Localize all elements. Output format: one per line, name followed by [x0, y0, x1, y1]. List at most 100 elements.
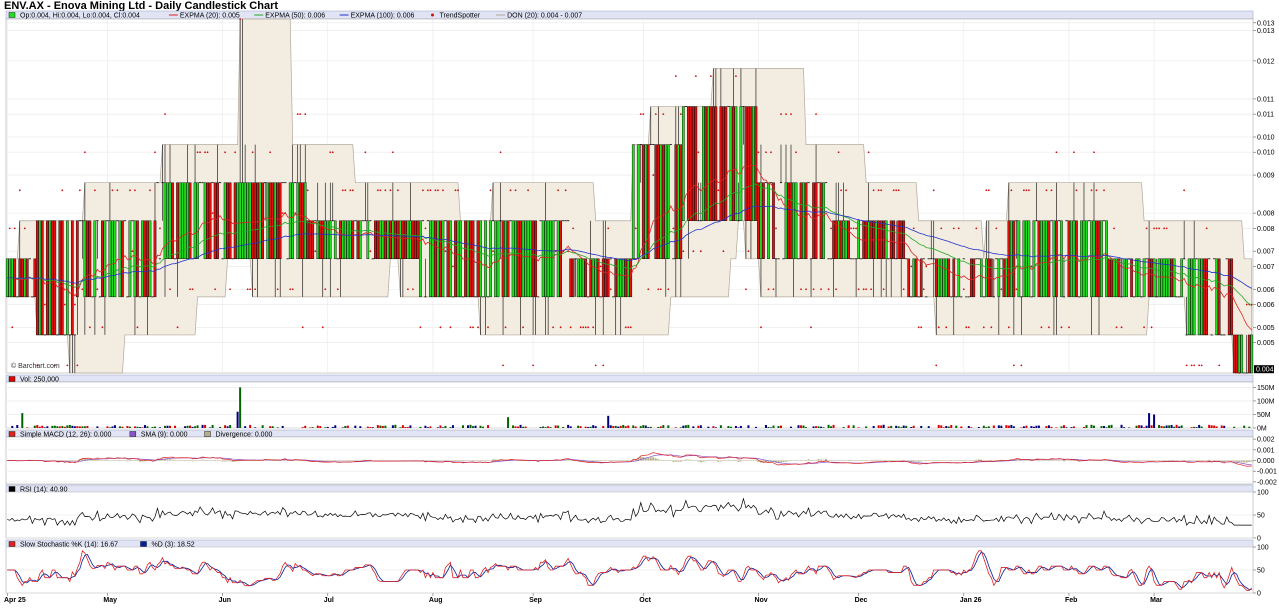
rsi-tick-label: 50 — [1257, 513, 1265, 520]
volume-bar — [589, 426, 592, 428]
volume-bar — [815, 426, 818, 428]
volume-bar — [38, 426, 41, 428]
divergence-bar — [810, 460, 813, 461]
x-tick-label: Apr 25 — [4, 597, 26, 604]
trendspotter-dot — [579, 326, 582, 329]
candle-up — [381, 220, 385, 260]
candle-up — [784, 182, 788, 260]
divergence-bar — [191, 460, 194, 462]
divergence-bar — [985, 460, 988, 461]
candle-up — [576, 258, 580, 298]
volume-bar — [644, 425, 647, 428]
trendspotter-dot — [1113, 227, 1115, 230]
candle-up — [291, 182, 295, 260]
divergence-bar — [942, 460, 945, 461]
divergence-bar — [622, 460, 625, 461]
candle-up — [822, 182, 825, 260]
volume-bar — [667, 425, 670, 428]
divergence-bar — [461, 460, 464, 462]
volume-bar — [96, 426, 99, 428]
trendspotter-dot — [499, 151, 502, 154]
volume-bar — [567, 424, 570, 428]
trendspotter-dot — [457, 189, 459, 192]
volume-bar — [146, 426, 149, 428]
candle-down — [1232, 334, 1236, 374]
candle-up — [1122, 258, 1126, 298]
volume-bar — [1090, 424, 1093, 428]
candle-up — [524, 220, 527, 298]
trendspotter-dot — [1200, 364, 1203, 367]
volume-tick-label: 0M — [1257, 426, 1267, 433]
divergence-bar — [226, 460, 229, 462]
trendspotter-dot — [509, 189, 512, 192]
divergence-bar — [955, 460, 958, 461]
candle-down — [356, 220, 360, 260]
trendspotter-dot — [1020, 364, 1023, 367]
divergence-bar — [737, 460, 740, 462]
divergence-bar — [1215, 460, 1218, 461]
candle-down — [53, 220, 57, 336]
candle-down — [308, 220, 312, 260]
stochastic-legend-swatch — [8, 541, 16, 547]
trendspotter-dot — [1198, 364, 1201, 367]
candle-down — [1170, 258, 1173, 298]
trendspotter-dot — [101, 326, 104, 329]
candle-down — [1067, 220, 1071, 298]
volume-bar — [341, 427, 344, 428]
trendspotter-dot — [111, 189, 114, 192]
price-tick-label: 0.005 — [1257, 325, 1275, 332]
divergence-bar — [494, 459, 497, 461]
volume-bar — [1030, 426, 1033, 428]
divergence-bar — [1193, 460, 1196, 461]
volume-bar — [544, 427, 547, 428]
candle-up — [514, 220, 517, 298]
volume-bar — [174, 425, 177, 428]
candle-down — [376, 220, 380, 260]
divergence-bar — [679, 460, 682, 462]
trendspotter-dot — [962, 288, 965, 291]
trendspotter-dot — [379, 189, 382, 192]
candle-down — [1012, 220, 1016, 298]
volume-bar — [63, 426, 66, 428]
divergence-bar — [917, 460, 920, 462]
divergence-bar — [684, 459, 687, 461]
candle-down — [892, 220, 896, 260]
trendspotter-dot — [422, 189, 424, 192]
volume-bar — [429, 426, 432, 428]
candle-down — [50, 220, 54, 336]
candle-down — [834, 220, 838, 260]
volume-bar — [542, 426, 545, 428]
divergence-bar — [354, 460, 357, 461]
x-tick-label: Jan 26 — [960, 597, 982, 604]
trendspotter-dot — [852, 227, 855, 230]
divergence-bar — [709, 460, 712, 461]
candle-down — [687, 106, 690, 221]
volume-bar — [1105, 427, 1108, 428]
divergence-bar — [259, 460, 262, 461]
divergence-bar — [607, 460, 610, 461]
candle-up — [1250, 334, 1254, 374]
price-tick-label: 0.011 — [1257, 96, 1274, 103]
volume-bar — [371, 427, 374, 428]
candle-down — [276, 182, 280, 260]
divergence-bar — [224, 460, 227, 462]
candle-up — [939, 258, 943, 298]
divergence-bar — [184, 460, 187, 461]
candle-down — [1002, 258, 1006, 298]
chart-canvas[interactable]: 0.0130.013 0.012 0.011 0.011 0.010 0.010 0.009… — [0, 0, 1279, 615]
volume-bar — [1138, 425, 1141, 428]
candle-down — [762, 182, 765, 260]
volume-bar — [697, 425, 700, 428]
trendspotter-dot — [429, 189, 432, 192]
volume-bar — [66, 425, 69, 428]
trendspotter-dot — [294, 212, 297, 215]
candle-up — [456, 220, 460, 298]
volume-bar — [847, 425, 850, 428]
candle-down — [789, 182, 793, 260]
trendspotter-dot — [1000, 288, 1003, 291]
candle-up — [494, 220, 497, 298]
candle-up — [193, 182, 197, 260]
macd-legend-swatch — [129, 431, 137, 437]
macd-legend-label: Simple MACD (12, 26): 0.000 — [20, 432, 112, 439]
divergence-bar — [845, 460, 848, 461]
